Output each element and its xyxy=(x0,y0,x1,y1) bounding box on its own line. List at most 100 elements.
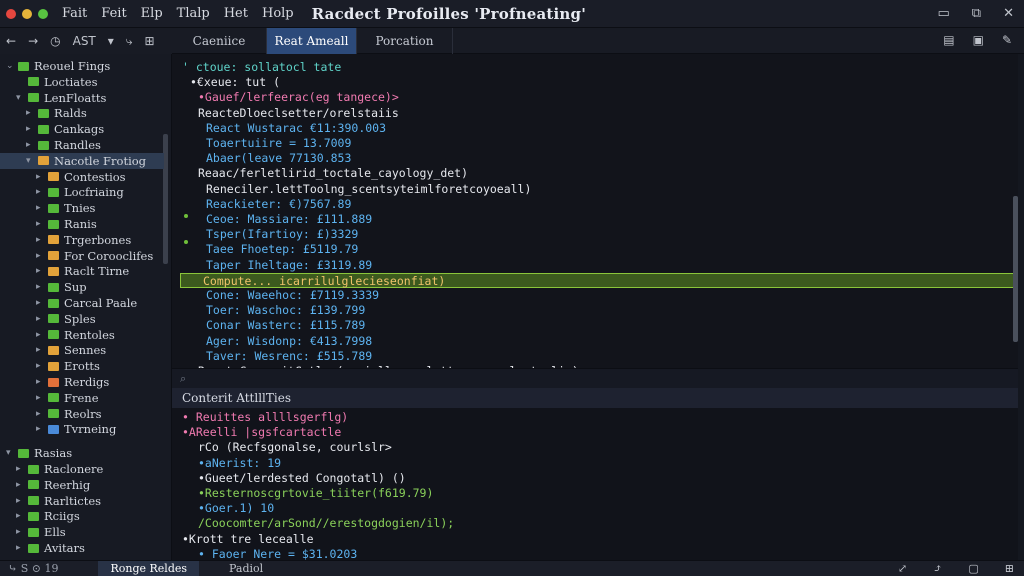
close-button[interactable]: ✕ xyxy=(1003,6,1014,21)
code-line[interactable]: Toer: Waschoc: £139.799 xyxy=(172,303,365,318)
panel-line[interactable]: rCo (Recfsgonalse, courlslr> xyxy=(172,440,392,455)
twisty-icon[interactable]: ▾ xyxy=(26,156,36,166)
tree-item[interactable]: ⌄ Reouel Fings xyxy=(0,58,110,74)
tree-item[interactable]: ▸ Contestios xyxy=(0,169,126,185)
twisty-icon[interactable]: ▸ xyxy=(16,480,26,490)
minimize-button[interactable]: ▭ xyxy=(938,6,950,21)
grid-icon[interactable]: ⊞ xyxy=(1005,562,1014,575)
maximize-dot[interactable] xyxy=(38,8,48,19)
twisty-icon[interactable]: ▸ xyxy=(26,108,36,118)
twisty-icon[interactable]: ▸ xyxy=(36,219,46,229)
tree-item[interactable]: ▸ Ells xyxy=(0,524,66,540)
twisty-icon[interactable]: ⌄ xyxy=(6,61,16,71)
menu-item[interactable]: Tlalp xyxy=(177,6,210,21)
panel-icon[interactable]: ▢ xyxy=(968,562,978,575)
twisty-icon[interactable]: ▸ xyxy=(36,251,46,261)
tree-item[interactable]: ▸ Cankags xyxy=(0,121,104,137)
tree-item[interactable]: ▸ Raclonere xyxy=(0,461,103,477)
code-line[interactable]: Reaac/ferletlirid_toctale_cayology_det) xyxy=(172,166,468,181)
tree-item[interactable]: ▸ Tvrneing xyxy=(0,421,116,437)
code-line[interactable]: Reackieter: €)7567.89 xyxy=(172,197,351,212)
panel-line[interactable]: • Faoer Nere = $31.0203 xyxy=(172,547,357,560)
tree-item[interactable]: ▾ Rasias xyxy=(0,445,72,461)
code-line[interactable]: •Gauef/lerfeerac(eg tangece)> xyxy=(172,90,399,105)
code-line[interactable]: Cone: Waeehoc: £7119.3339 xyxy=(172,288,379,303)
tree-item[interactable]: ▸ Rciigs xyxy=(0,508,80,524)
tab-caeniice[interactable]: Caeniice xyxy=(172,28,267,54)
edit-icon[interactable]: ✎ xyxy=(1002,33,1012,47)
tree-item[interactable]: ▾ LenFloatts xyxy=(0,90,106,106)
tree-item[interactable]: ▸ Sples xyxy=(0,311,96,327)
expand-icon[interactable]: ⤢ xyxy=(898,562,907,575)
twisty-icon[interactable]: ▸ xyxy=(16,511,26,521)
tree-item[interactable]: ▾ Nacotle Frotiog xyxy=(0,152,164,169)
status-tab[interactable]: Padiol xyxy=(229,562,263,575)
tree-item[interactable]: ▸ Carcal Paale xyxy=(0,295,137,311)
status-branch[interactable]: ⤷ S ⊙ 19 xyxy=(8,562,58,575)
tree-item[interactable]: ▸ Frene xyxy=(0,390,99,406)
tree-item[interactable]: ▸ Reolrs xyxy=(0,406,101,422)
twisty-icon[interactable]: ▸ xyxy=(16,543,26,553)
tree-item[interactable]: ▸ Sennes xyxy=(0,342,106,358)
twisty-icon[interactable]: ▸ xyxy=(36,282,46,292)
code-line[interactable]: •€xeue: tut ( xyxy=(172,75,280,90)
panel-line[interactable]: /Coocomter/arSond//erestogdogien/il); xyxy=(172,516,454,531)
tree-item[interactable]: ▸ Rentoles xyxy=(0,327,115,343)
highlighted-code-line[interactable]: Compute... icarrilulglecieseonfiat) xyxy=(180,272,1018,288)
tab-porcation[interactable]: Porcation xyxy=(357,28,453,54)
code-line[interactable]: Ceoe: Massiare: £111.889 xyxy=(172,212,372,227)
restore-button[interactable]: ⧉ xyxy=(972,6,981,21)
grid-icon[interactable]: ⊞ xyxy=(145,34,155,48)
twisty-icon[interactable]: ▸ xyxy=(36,203,46,213)
status-tab-active[interactable]: Ronge Reldes xyxy=(98,560,200,576)
tree-item[interactable]: ▸ Ranis xyxy=(0,216,97,232)
twisty-icon[interactable]: ▸ xyxy=(16,496,26,506)
tree-item[interactable]: ▸ Reerhig xyxy=(0,477,90,493)
split-icon[interactable]: ▤ xyxy=(943,33,954,47)
tree-item[interactable]: ▸ Ralds xyxy=(0,105,87,121)
twisty-icon[interactable]: ▸ xyxy=(36,345,46,355)
twisty-icon[interactable]: ▸ xyxy=(26,140,36,150)
twisty-icon[interactable]: ▸ xyxy=(36,409,46,419)
code-line[interactable]: ReacteDloeclsetter/orelstaiis xyxy=(172,106,399,121)
panel-line[interactable]: •Krott tre lecealle xyxy=(172,532,314,547)
tree-item[interactable]: ▸ Rarltictes xyxy=(0,493,101,509)
twisty-icon[interactable]: ▸ xyxy=(36,330,46,340)
code-line[interactable]: Reneciler.lettToolng_scentsyteimlforetco… xyxy=(172,182,531,197)
code-line[interactable]: Taper Iheltage: £3119.89 xyxy=(172,258,372,273)
panel-line[interactable]: •aNerist: 19 xyxy=(172,456,281,471)
menu-item[interactable]: Fait xyxy=(62,6,87,21)
code-line[interactable]: Tsper(Ifartioy: £)3329 xyxy=(172,227,358,242)
panel-line[interactable]: •Goer.1) 10 xyxy=(172,501,274,516)
code-editor[interactable]: ' ctoue: sollatocl tate •€xeue: tut (•Gau… xyxy=(172,54,1018,368)
twisty-icon[interactable]: ▸ xyxy=(36,298,46,308)
code-line[interactable]: Abaer(leave 77130.853 xyxy=(172,151,351,166)
code-line[interactable]: Taver: Wesrenc: £515.789 xyxy=(172,349,372,364)
twisty-icon[interactable]: ▸ xyxy=(36,235,46,245)
close-dot[interactable] xyxy=(6,8,16,19)
minimize-dot[interactable] xyxy=(22,8,32,19)
panel-line[interactable]: •Resternoscgrtovie_tiiter(f619.79) xyxy=(172,486,433,501)
twisty-icon[interactable]: ▸ xyxy=(36,377,46,387)
forward-icon[interactable]: → xyxy=(28,34,38,48)
twisty-icon[interactable]: ▸ xyxy=(36,266,46,276)
code-line[interactable]: ' ctoue: sollatocl tate xyxy=(172,60,341,75)
ast-button[interactable]: AST xyxy=(73,34,96,48)
editor-scrollbar[interactable] xyxy=(1013,196,1018,342)
code-line[interactable]: React Wustarac €11:390.003 xyxy=(172,121,386,136)
tree-item[interactable]: ▸ Rerdigs xyxy=(0,374,109,390)
menu-item[interactable]: Feit xyxy=(101,6,126,21)
twisty-icon[interactable]: ▸ xyxy=(16,527,26,537)
tree-item[interactable]: ▸ Raclt Tirne xyxy=(0,263,129,279)
twisty-icon[interactable]: ▸ xyxy=(36,424,46,434)
output-panel[interactable]: • Reuittes allllsgerflg) •AReelli |sgsfca… xyxy=(172,408,1018,560)
tree-item[interactable]: ▸ Erotts xyxy=(0,358,100,374)
twisty-icon[interactable]: ▾ xyxy=(16,93,26,103)
twisty-icon[interactable]: ▸ xyxy=(36,314,46,324)
chevron-down-icon[interactable]: ▾ xyxy=(108,34,114,48)
tree-item[interactable]: Loctiates xyxy=(0,74,98,90)
code-line[interactable]: Taee Fhoetep: £5119.79 xyxy=(172,242,358,257)
tree-item[interactable]: ▸ Sup xyxy=(0,279,87,295)
history-icon[interactable]: ◷ xyxy=(50,34,60,48)
twisty-icon[interactable]: ▸ xyxy=(26,124,36,134)
